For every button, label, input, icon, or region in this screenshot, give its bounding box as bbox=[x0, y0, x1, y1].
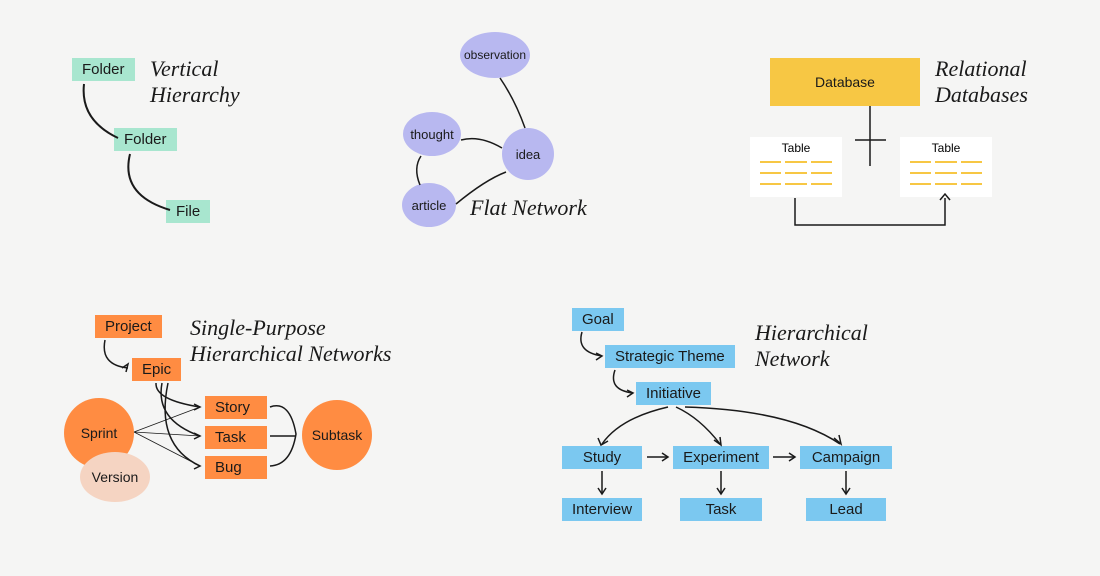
connector-line bbox=[165, 383, 200, 466]
node-epic: Epic bbox=[132, 358, 181, 381]
arrowhead-icon bbox=[194, 463, 200, 469]
arrowhead-icon bbox=[194, 433, 200, 439]
arrowhead-icon bbox=[789, 453, 795, 461]
connector-line bbox=[500, 78, 525, 128]
connector-line bbox=[602, 407, 668, 444]
node-initiative: Initiative bbox=[636, 382, 711, 405]
node-subtask: Subtask bbox=[302, 400, 372, 470]
title-flat-network: Flat Network bbox=[470, 195, 587, 221]
arrowhead-icon bbox=[194, 404, 200, 410]
connector-line bbox=[134, 407, 200, 466]
node-bug: Bug bbox=[205, 456, 267, 479]
title-vertical-hierarchy: Vertical Hierarchy bbox=[150, 56, 240, 109]
connector-brace bbox=[270, 406, 296, 466]
node-story: Story bbox=[205, 396, 267, 419]
arrowhead-icon bbox=[596, 353, 602, 360]
connector-line bbox=[855, 106, 886, 166]
connector-line bbox=[156, 383, 200, 407]
connector-line bbox=[161, 383, 200, 436]
connector-line bbox=[84, 84, 118, 138]
node-strategic-theme: Strategic Theme bbox=[605, 345, 735, 368]
connector-line bbox=[613, 370, 633, 393]
arrowhead-icon bbox=[598, 488, 606, 494]
node-task: Task bbox=[205, 426, 267, 449]
node-idea: idea bbox=[502, 128, 554, 180]
title-hierarchical-network: Hierarchical Network bbox=[755, 320, 868, 373]
table-label: Table bbox=[782, 141, 811, 155]
connector-line bbox=[795, 198, 945, 225]
node-database: Database bbox=[770, 58, 920, 106]
node-observation: observation bbox=[460, 32, 530, 78]
node-campaign: Campaign bbox=[800, 446, 892, 469]
node-version: Version bbox=[80, 452, 150, 502]
node-task: Task bbox=[680, 498, 762, 521]
arrowhead-icon bbox=[662, 453, 668, 461]
connector-line bbox=[685, 407, 840, 444]
arrowhead-icon bbox=[598, 438, 608, 445]
connector-line bbox=[676, 407, 720, 444]
arrowhead-icon bbox=[834, 435, 841, 444]
node-folder-2: Folder bbox=[114, 128, 177, 151]
node-folder-1: Folder bbox=[72, 58, 135, 81]
connector-line bbox=[417, 156, 421, 185]
node-thought: thought bbox=[403, 112, 461, 156]
table-label: Table bbox=[932, 141, 961, 155]
node-table-2: Table bbox=[900, 137, 992, 197]
arrowhead-icon bbox=[122, 364, 128, 372]
arrowhead-icon bbox=[627, 390, 633, 397]
connector-line bbox=[104, 340, 128, 368]
title-relational-databases: Relational Databases bbox=[935, 56, 1028, 109]
node-table-1: Table bbox=[750, 137, 842, 197]
node-lead: Lead bbox=[806, 498, 886, 521]
connector-line bbox=[128, 154, 170, 210]
arrowhead-icon bbox=[842, 488, 850, 494]
node-study: Study bbox=[562, 446, 642, 469]
node-experiment: Experiment bbox=[673, 446, 769, 469]
node-file: File bbox=[166, 200, 210, 223]
node-goal: Goal bbox=[572, 308, 624, 331]
node-project: Project bbox=[95, 315, 162, 338]
node-article: article bbox=[402, 183, 456, 227]
connector-line bbox=[461, 139, 502, 148]
arrowhead-icon bbox=[717, 488, 725, 494]
arrowhead-icon bbox=[714, 437, 721, 445]
node-interview: Interview bbox=[562, 498, 642, 521]
title-single-purpose: Single-Purpose Hierarchical Networks bbox=[190, 315, 391, 368]
connector-line bbox=[581, 332, 602, 356]
